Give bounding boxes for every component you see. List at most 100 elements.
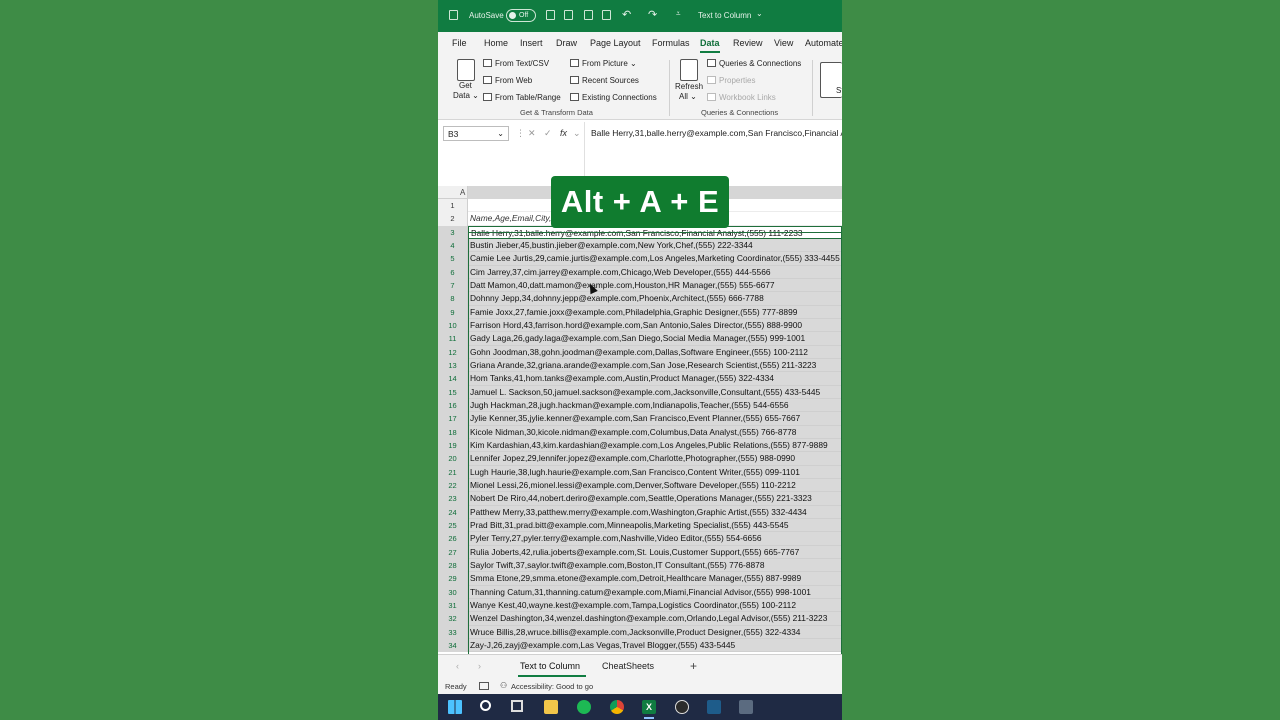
row-number[interactable]: 14 [438,372,468,386]
customize-toolbar-icon[interactable]: ⩡ [676,9,681,19]
row-number[interactable]: 26 [438,532,468,546]
file-explorer-icon[interactable] [544,700,558,714]
row-number[interactable]: 12 [438,345,468,359]
row-number[interactable]: 3 [438,225,468,239]
app-icon[interactable] [707,700,721,714]
obs-icon[interactable] [675,700,689,714]
refresh-all-line1[interactable]: Refresh [675,82,703,91]
cell[interactable]: Jamuel L. Sackson,50,jamuel.sackson@exam… [468,385,842,399]
cell[interactable]: Griana Arande,32,griana.arande@example.c… [468,358,842,373]
more-options-icon[interactable]: ⋮ [516,128,525,139]
tab-review[interactable]: Review [733,38,763,48]
cell[interactable]: Farrison Hord,43,farrison.hord@example.c… [468,318,842,333]
row-number[interactable]: 19 [438,438,468,453]
cell[interactable]: Prad Bitt,31,prad.bitt@example.com,Minne… [468,518,842,533]
row-number[interactable]: 33 [438,625,468,639]
prev-sheet-icon[interactable]: ‹ [456,661,459,671]
cancel-icon[interactable]: ✕ [528,128,536,139]
row-number[interactable]: 23 [438,492,468,506]
cell[interactable]: Datt Mamon,40,datt.mamon@example.com,Hou… [468,278,842,293]
row-number[interactable]: 16 [438,398,468,413]
save-icon[interactable] [546,10,555,20]
tab-formulas[interactable]: Formulas [652,38,690,48]
cell[interactable]: Rulia Joberts,42,rulia.joberts@example.c… [468,545,842,559]
row-number[interactable]: 25 [438,518,468,533]
new-file-icon[interactable] [584,10,593,20]
add-sheet-button[interactable]: + [690,659,697,673]
title-chevron-icon[interactable]: ⌄ [756,9,763,18]
cell[interactable]: Famie Joxx,27,famie.joxx@example.com,Phi… [468,305,842,319]
row-number[interactable]: 24 [438,505,468,519]
row-number[interactable]: 28 [438,558,468,573]
chevron-down-icon[interactable]: ⌄ [573,128,581,139]
cell[interactable]: Wruce Billis,28,wruce.billis@example.com… [468,625,842,639]
row-number[interactable]: 2 [438,212,468,226]
cell[interactable]: Lugh Haurie,38,lugh.haurie@example.com,S… [468,465,842,479]
task-view-icon[interactable] [511,700,523,712]
document-title[interactable]: Text to Column [698,11,751,20]
row-number[interactable]: 10 [438,318,468,333]
tab-automate[interactable]: Automate [805,38,842,48]
row-number[interactable]: 5 [438,252,468,266]
search-icon[interactable] [480,700,491,711]
autosave-toggle[interactable]: Off [506,9,536,22]
row-number[interactable]: 8 [438,292,468,306]
insert-function-icon[interactable]: fx [560,128,567,138]
get-data-button[interactable]: Data ⌄ [453,91,479,100]
cell[interactable]: Pyler Terry,27,pyler.terry@example.com,N… [468,532,842,546]
cell[interactable]: Wenzel Dashington,34,wenzel.dashington@e… [468,612,842,626]
from-text-csv-button[interactable]: From Text/CSV [483,59,549,68]
cell[interactable]: Thanning Catum,31,thanning.catum@example… [468,585,842,599]
row-number[interactable]: 30 [438,585,468,599]
cell[interactable]: Lennifer Jopez,29,lennifer.jopez@example… [468,452,842,466]
cell[interactable]: Smma Etone,29,smma.etone@example.com,Det… [468,572,842,586]
name-box[interactable]: B3 ⌄ [443,126,509,141]
cell[interactable]: Gady Laga,26,gady.laga@example.com,San D… [468,332,842,346]
cell[interactable]: Jylie Kenner,35,jylie.kenner@example.com… [468,412,842,426]
tab-cheatsheets[interactable]: CheatSheets [602,661,654,671]
redo-icon[interactable]: ↷ [648,8,657,21]
accessibility-status[interactable]: Accessibility: Good to go [511,682,593,691]
cell[interactable]: Jugh Hackman,28,jugh.hackman@example.com… [468,398,842,413]
windows-start-icon[interactable] [448,700,462,714]
cell[interactable]: Cim Jarrey,37,cim.jarrey@example.com,Chi… [468,265,842,279]
row-number[interactable]: 11 [438,332,468,346]
row-number[interactable]: 4 [438,238,468,253]
from-table-range-button[interactable]: From Table/Range [483,93,561,102]
formula-input[interactable]: Balle Herry,31,balle.herry@example.com,S… [591,128,842,138]
row-number[interactable]: 22 [438,478,468,493]
enter-icon[interactable]: ✓ [544,128,552,139]
row-number[interactable]: 13 [438,358,468,373]
cell[interactable]: Zay-J,26,zayj@example.com,Las Vegas,Trav… [468,638,842,653]
tab-page-layout[interactable]: Page Layout [590,38,641,48]
cell[interactable]: Wanye Kest,40,wayne.kest@example.com,Tam… [468,598,842,613]
existing-connections-button[interactable]: Existing Connections [570,93,657,102]
row-number[interactable]: 9 [438,305,468,319]
cell[interactable]: Dohnny Jepp,34,dohnny.jepp@example.com,P… [468,292,842,306]
row-number[interactable]: 7 [438,278,468,293]
cell[interactable]: Kicole Nidman,30,kicole.nidman@example.c… [468,425,842,439]
queries-connections-button[interactable]: Queries & Connections [707,59,801,68]
accessibility-icon[interactable]: ⚇ [500,681,507,690]
recent-sources-button[interactable]: Recent Sources [570,76,639,85]
row-number[interactable]: 34 [438,638,468,653]
tab-view[interactable]: View [774,38,793,48]
cell[interactable]: Gohn Joodman,38,gohn.joodman@example.com… [468,345,842,359]
stocks-label[interactable]: St [836,86,842,95]
cell[interactable]: Nobert De Riro,44,nobert.deriro@example.… [468,492,842,506]
row-number[interactable]: 31 [438,598,468,613]
tab-text-to-column[interactable]: Text to Column [520,661,580,671]
refresh-all-button[interactable]: All ⌄ [679,92,697,101]
cell[interactable]: Camie Lee Jurtis,29,camie.jurtis@example… [468,252,842,266]
row-number[interactable]: 6 [438,265,468,279]
macro-record-icon[interactable] [479,682,489,690]
tab-data[interactable]: Data [700,38,720,48]
row-number[interactable]: 18 [438,425,468,439]
row-number[interactable]: 1 [438,199,468,213]
row-number[interactable]: 32 [438,612,468,626]
excel-icon[interactable]: X [642,700,656,714]
undo-icon[interactable]: ↶ [622,8,631,21]
row-number[interactable]: 27 [438,545,468,559]
cell[interactable]: Patthew Merry,33,patthew.merry@example.c… [468,505,842,519]
from-web-button[interactable]: From Web [483,76,532,85]
